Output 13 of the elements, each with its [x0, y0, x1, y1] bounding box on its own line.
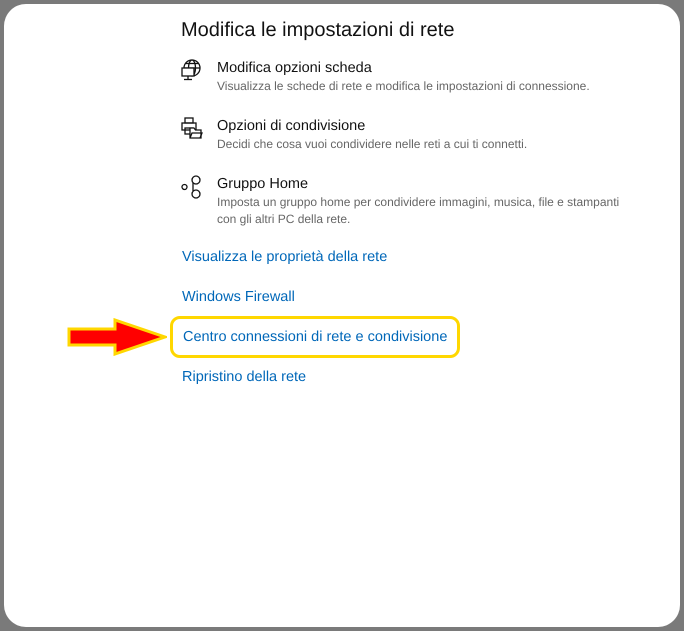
settings-link[interactable]: Ripristino della rete: [181, 367, 308, 387]
option-title[interactable]: Opzioni di condivisione: [217, 116, 637, 136]
option-description: Decidi che cosa vuoi condividere nelle reti a cui ti connetti.: [217, 136, 528, 153]
option-description: Visualizza le schede di rete e modifica le impostazioni di connessione.: [217, 78, 591, 95]
settings-link[interactable]: Visualizza le proprietà della rete: [181, 247, 388, 267]
option-title[interactable]: Modifica opzioni scheda: [217, 58, 637, 78]
settings-link[interactable]: Centro connessioni di rete e condivisione: [170, 316, 460, 358]
printer-folder-icon: [181, 117, 205, 141]
option-description: Imposta un gruppo home per condividere immagini, musica, file e stampanti con gli altri PC della rete.: [217, 194, 620, 228]
pointer-arrow-icon: [67, 318, 167, 356]
settings-link[interactable]: Windows Firewall: [181, 287, 296, 307]
page-title: Modifica le impostazioni di rete: [181, 18, 456, 43]
option-title[interactable]: Gruppo Home: [217, 174, 637, 194]
